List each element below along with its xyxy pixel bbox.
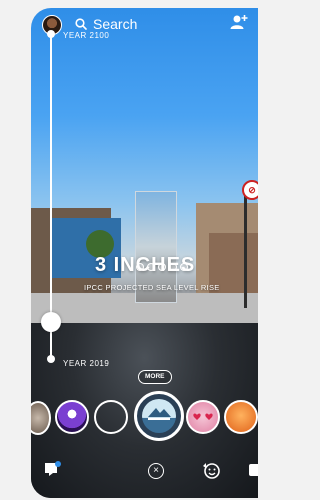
year-slider-handle[interactable] [41,312,61,332]
chat-button[interactable] [43,460,61,483]
lens-indicator-dots [136,263,188,271]
indicator-dot [180,263,188,271]
search-icon [75,18,87,30]
switch-lens-button[interactable] [201,460,221,485]
sign-pole [244,188,247,308]
active-lens-thumbnail [142,399,176,433]
lens-item-empty[interactable] [94,400,128,434]
year-slider-top-stop[interactable] [47,30,55,38]
indicator-dot [169,263,177,271]
capture-button[interactable] [134,391,184,441]
lens-item-heart-eyes[interactable] [186,400,220,434]
lens-item-purple[interactable] [55,400,89,434]
year-top-label: YEAR 2100 [63,31,110,40]
stories-button[interactable] [249,464,258,476]
indicator-dot [136,263,144,271]
year-slider-bottom-stop[interactable] [47,355,55,363]
close-lens-button[interactable]: × [148,463,164,479]
add-friend-button[interactable] [230,14,248,35]
year-bottom-label: YEAR 2019 [63,359,110,368]
more-button[interactable]: MORE [138,370,172,384]
add-friend-icon [230,15,248,29]
sea-level-caption: IPCC PROJECTED SEA LEVEL RISE [84,283,220,292]
indicator-dot [158,263,166,271]
chat-icon [45,461,61,476]
camera-view[interactable]: ⊘ Search YEAR 2100 YEAR 2019 3 INCHES IP… [31,8,258,498]
search-label: Search [93,16,138,32]
lens-item-orange-face[interactable] [224,400,258,434]
no-turn-sign: ⊘ [242,180,258,200]
smile-flip-icon [203,463,220,479]
indicator-dot [147,263,155,271]
